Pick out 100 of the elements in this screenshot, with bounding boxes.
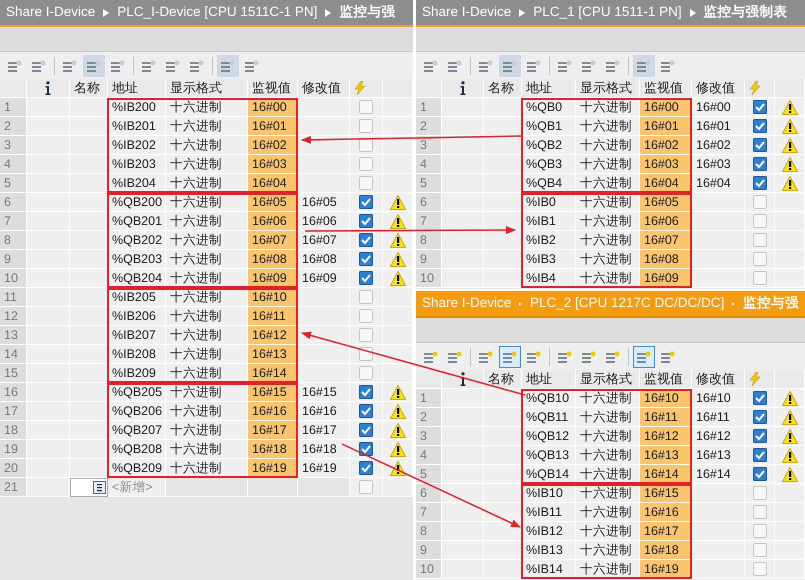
row-number: 19 [0, 440, 27, 459]
table-cell: 16#17 [248, 421, 298, 440]
table-cell: 16#12 [248, 326, 298, 345]
checkbox[interactable] [752, 467, 766, 481]
checkbox[interactable] [359, 480, 373, 494]
table-cell: 16#08 [248, 250, 298, 269]
breadcrumb-item[interactable]: Share I-Device [6, 2, 96, 23]
checkbox[interactable] [752, 410, 766, 424]
table-cell: 16#03 [640, 155, 692, 174]
checkbox[interactable] [359, 233, 373, 247]
checkbox[interactable] [752, 505, 766, 519]
warning-icon [782, 176, 798, 190]
info-cell [442, 560, 484, 579]
table-cell: 16#01 [640, 117, 692, 136]
checkbox[interactable] [359, 157, 373, 171]
warning-icon [782, 156, 798, 172]
warning-icon [782, 100, 798, 114]
warning-icon [390, 422, 406, 438]
checkbox[interactable] [752, 391, 766, 405]
checkbox[interactable] [359, 100, 373, 114]
checkbox[interactable] [752, 271, 766, 285]
table-cell: %IB4 [522, 269, 576, 288]
row-number: 5 [0, 174, 27, 193]
breadcrumb-item[interactable]: Share I-Device [422, 2, 512, 23]
checkbox[interactable] [752, 214, 766, 228]
row-number: 17 [0, 402, 27, 421]
checkbox[interactable] [359, 195, 373, 209]
column-header: 监视值 [640, 370, 692, 389]
checkbox[interactable] [752, 100, 766, 114]
checkbox[interactable] [752, 524, 766, 538]
checkbox[interactable] [752, 448, 766, 462]
warning-icon [782, 410, 798, 424]
row-number: 13 [0, 326, 27, 345]
checkbox[interactable] [359, 442, 373, 456]
warning-icon [782, 118, 798, 134]
checkbox[interactable] [359, 328, 373, 342]
checkbox[interactable] [752, 562, 766, 576]
checkbox[interactable] [359, 423, 373, 437]
checkbox[interactable] [359, 404, 373, 418]
table-cell: 16#06 [248, 212, 298, 231]
checkbox[interactable] [359, 385, 373, 399]
checkbox[interactable] [752, 176, 766, 190]
column-header: 地址 [108, 79, 166, 98]
checkbox[interactable] [359, 290, 373, 304]
checkbox[interactable] [359, 366, 373, 380]
breadcrumb-item[interactable]: 监控与强 [743, 293, 799, 314]
table-cell: 16#13 [640, 446, 692, 465]
table-cell: 16#07 [640, 231, 692, 250]
breadcrumb-arrow-icon [519, 8, 526, 16]
breadcrumb-item[interactable]: PLC_1 [CPU 1511-1 PN] [533, 2, 682, 23]
row-number: 6 [416, 484, 442, 503]
list-icon[interactable] [93, 481, 106, 494]
table-cell: 16#02 [248, 136, 298, 155]
breadcrumb-item[interactable]: Share I-Device [422, 293, 512, 314]
checkbox[interactable] [359, 119, 373, 133]
table-cell: 16#08 [640, 250, 692, 269]
row-number: 2 [416, 408, 442, 427]
column-header: 显示格式 [576, 79, 640, 98]
row-number: 1 [416, 98, 442, 117]
column-header: 监视值 [640, 79, 692, 98]
warning-icon [390, 232, 406, 248]
row-number: 12 [0, 307, 27, 326]
checkbox[interactable] [359, 176, 373, 190]
table-cell: 16#06 [640, 212, 692, 231]
table-cell: 16#13 [248, 345, 298, 364]
column-header: 显示格式 [166, 79, 248, 98]
checkbox[interactable] [359, 138, 373, 152]
row-number: 3 [416, 427, 442, 446]
row-number: 6 [0, 193, 27, 212]
row-number: 4 [416, 155, 442, 174]
checkbox[interactable] [359, 214, 373, 228]
breadcrumb-arrow-icon [690, 8, 696, 16]
warning-icon [390, 270, 406, 286]
lightning-icon [749, 372, 761, 386]
checkbox[interactable] [752, 252, 766, 266]
table-cell: 16#07 [248, 231, 298, 250]
breadcrumb-item[interactable]: PLC_I-Device [CPU 1511C-1 PN] [117, 2, 318, 23]
checkbox[interactable] [359, 461, 373, 475]
checkbox[interactable] [752, 486, 766, 500]
warning-icon [390, 460, 406, 476]
checkbox[interactable] [752, 543, 766, 557]
breadcrumb-item[interactable]: 监控与强 [339, 2, 396, 23]
row-number: 9 [416, 541, 442, 560]
checkbox[interactable] [359, 252, 373, 266]
checkbox[interactable] [752, 233, 766, 247]
checkbox[interactable] [752, 195, 766, 209]
breadcrumb-item[interactable]: PLC_2 [CPU 1217C DC/DC/DC] [530, 293, 724, 314]
breadcrumb-arrow-icon [519, 300, 522, 308]
table-cell: %QB14 [522, 465, 576, 484]
checkbox[interactable] [752, 119, 766, 133]
checkbox[interactable] [752, 429, 766, 443]
checkbox[interactable] [359, 309, 373, 323]
checkbox[interactable] [752, 138, 766, 152]
checkbox[interactable] [359, 271, 373, 285]
warning-icon [782, 448, 798, 462]
table-cell [248, 478, 298, 497]
breadcrumb-item[interactable]: 监控与强制表 [704, 2, 788, 23]
table-cell: 16#12 [640, 427, 692, 446]
table-cell: 16#02 [640, 136, 692, 155]
checkbox[interactable] [752, 157, 766, 171]
